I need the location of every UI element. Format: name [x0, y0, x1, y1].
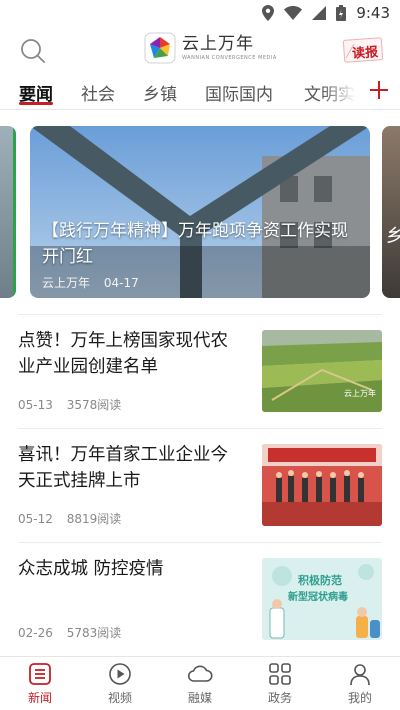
nav-news[interactable]: 新闻	[10, 661, 70, 706]
cloud-icon	[187, 665, 213, 682]
active-tab-indicator	[19, 102, 53, 105]
person-icon	[350, 664, 370, 686]
bottom-nav: 新闻 视频 融媒 政务 我的	[0, 656, 400, 710]
banner-meta: 云上万年 04-17	[42, 274, 139, 291]
play-icon	[109, 663, 131, 685]
news-date: 05-13	[18, 398, 53, 412]
thumb-watermark: 云上万年	[344, 388, 376, 398]
poster-line1: 积极防范	[298, 573, 342, 587]
nav-profile[interactable]: 我的	[330, 661, 390, 706]
carousel-next-card[interactable]: 乡	[382, 126, 400, 298]
banner-source: 云上万年	[42, 276, 91, 290]
status-time: 9:43	[356, 4, 390, 22]
next-card-title: 乡	[386, 226, 400, 247]
news-item[interactable]: 点赞！万年上榜国家现代农业产业园创建名单 05-13 3578阅读 云上万年	[18, 316, 382, 428]
nav-label: 融媒	[187, 691, 212, 705]
news-item[interactable]: 喜讯！万年首家工业企业今天正式挂牌上市 05-12 8819阅读	[18, 430, 382, 542]
battery-icon	[336, 5, 347, 21]
app-header: 云上万年 WANNIAN CONVERGENCE MEDIA 读报	[0, 28, 400, 70]
banner-image	[30, 126, 370, 298]
status-icons: 9:43	[262, 4, 390, 22]
nav-label: 政务	[267, 691, 292, 705]
brand: 云上万年 WANNIAN CONVERGENCE MEDIA	[144, 32, 277, 64]
news-icon	[29, 663, 51, 685]
nav-video[interactable]: 视频	[90, 661, 150, 706]
banner-date: 04-17	[103, 276, 139, 290]
tab-xiangzhen[interactable]: 乡镇	[143, 80, 177, 105]
news-meta: 05-12 8819阅读	[18, 510, 121, 527]
read-button-label: 读报	[351, 45, 379, 62]
search-icon[interactable]	[20, 38, 46, 64]
news-thumbnail-ceremony	[262, 444, 382, 526]
signal-icon	[312, 6, 327, 20]
nav-label: 视频	[107, 691, 132, 705]
nav-label: 我的	[347, 691, 372, 705]
poster-line2: 新型冠状病毒	[288, 590, 348, 603]
news-reads: 5783阅读	[66, 626, 122, 640]
add-channel-icon[interactable]	[368, 79, 390, 101]
news-title: 众志成城 防控疫情	[18, 559, 164, 579]
carousel-prev-card[interactable]	[0, 126, 16, 298]
tab-shehui[interactable]: 社会	[81, 80, 115, 105]
news-item[interactable]: 众志成城 防控疫情 02-26 5783阅读 积极防范 新型冠状病毒	[18, 544, 382, 656]
channel-tabs: 要闻 社会 乡镇 国际国内 文明实	[0, 74, 400, 110]
tabs-fade	[322, 74, 356, 108]
read-newspaper-button[interactable]: 读报	[340, 36, 386, 64]
news-date: 05-12	[18, 512, 53, 526]
news-meta: 05-13 3578阅读	[18, 396, 121, 413]
divider	[18, 314, 382, 315]
brand-name: 云上万年	[182, 34, 254, 54]
news-date: 02-26	[18, 626, 53, 640]
status-bar: 9:43	[0, 0, 400, 28]
divider	[18, 428, 382, 429]
brand-subtitle: WANNIAN CONVERGENCE MEDIA	[182, 55, 277, 61]
news-thumbnail-epidemic-poster: 积极防范 新型冠状病毒	[262, 558, 382, 640]
news-thumbnail-farmland: 云上万年	[262, 330, 382, 412]
news-meta: 02-26 5783阅读	[18, 624, 121, 641]
nav-government[interactable]: 政务	[250, 661, 310, 706]
brand-text: 云上万年 WANNIAN CONVERGENCE MEDIA	[182, 34, 277, 62]
tab-guoji-guonei[interactable]: 国际国内	[205, 80, 273, 105]
banner-title: 【践行万年精神】万年跑项争资工作实现开门红	[42, 221, 348, 267]
headline-carousel: 【践行万年精神】万年跑项争资工作实现开门红 云上万年 04-17 乡	[0, 126, 400, 298]
news-title: 点赞！万年上榜国家现代农业产业园创建名单	[18, 331, 228, 377]
news-title: 喜讯！万年首家工业企业今天正式挂牌上市	[18, 445, 228, 491]
divider	[18, 542, 382, 543]
carousel-banner[interactable]: 【践行万年精神】万年跑项争资工作实现开门红 云上万年 04-17	[30, 126, 370, 298]
news-reads: 3578阅读	[66, 398, 122, 412]
brand-logo-icon	[144, 32, 176, 64]
nav-label: 新闻	[27, 691, 52, 705]
grid-icon	[269, 663, 291, 685]
location-icon	[262, 5, 275, 21]
nav-convergence-media[interactable]: 融媒	[170, 661, 230, 706]
wifi-icon	[284, 6, 303, 20]
news-reads: 8819阅读	[66, 512, 122, 526]
